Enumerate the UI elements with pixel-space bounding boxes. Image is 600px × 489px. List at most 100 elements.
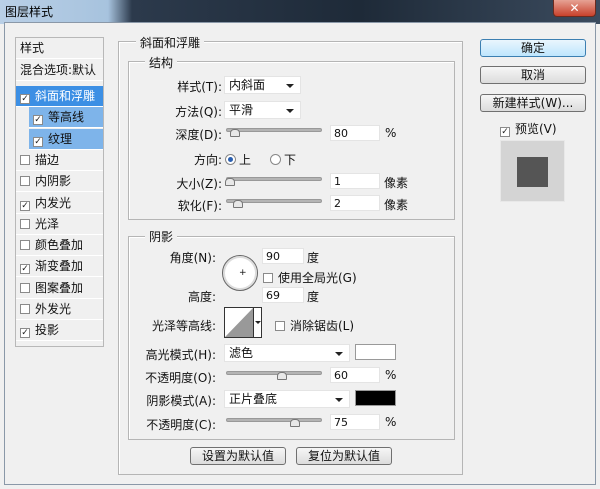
shadow-opacity-slider[interactable] xyxy=(226,418,322,427)
blending-options[interactable]: 混合选项:默认 xyxy=(16,60,103,81)
checkbox-icon xyxy=(20,282,30,293)
checkbox-icon xyxy=(20,240,30,251)
style-item-label: 描边 xyxy=(35,152,60,167)
styles-header[interactable]: 样式 xyxy=(16,38,103,59)
chevron-down-icon xyxy=(286,84,294,88)
direction-down-radio[interactable]: 下 xyxy=(270,151,296,168)
shadow-mode-dropdown[interactable]: 正片叠底 xyxy=(224,390,350,408)
altitude-unit: 度 xyxy=(307,290,320,304)
style-item[interactable]: 外发光 xyxy=(16,299,103,320)
new-style-button[interactable]: 新建样式(W)... xyxy=(480,94,586,112)
style-item[interactable]: ✓ 斜面和浮雕 xyxy=(16,86,103,107)
gloss-contour-picker[interactable] xyxy=(224,307,262,338)
checkbox-icon xyxy=(20,218,30,229)
technique-dropdown[interactable]: 平滑 xyxy=(224,101,301,119)
size-slider[interactable] xyxy=(225,177,322,186)
antialias-checkbox[interactable]: 消除锯齿(L) xyxy=(275,317,354,334)
size-input[interactable]: 1 xyxy=(330,173,380,189)
highlight-opacity-input[interactable]: 60 xyxy=(330,367,380,383)
checkbox-icon xyxy=(275,321,285,331)
cancel-button[interactable]: 取消 xyxy=(480,66,586,84)
style-item[interactable]: ✓ 内发光 xyxy=(16,193,103,214)
technique-value: 平滑 xyxy=(229,103,254,117)
technique-label: 方法(Q): xyxy=(175,105,222,119)
make-default-button[interactable]: 设置为默认值 xyxy=(190,447,286,465)
style-item-label: 投影 xyxy=(35,323,60,338)
shadow-mode-label: 阴影模式(A): xyxy=(146,394,216,408)
slider-thumb[interactable] xyxy=(276,372,287,380)
style-item-label: 图案叠加 xyxy=(35,280,84,295)
shadow-color-swatch[interactable] xyxy=(355,390,396,406)
slider-thumb[interactable] xyxy=(289,419,300,427)
chevron-down-icon xyxy=(335,398,343,402)
highlight-opacity-slider[interactable] xyxy=(226,371,322,380)
percent-unit: % xyxy=(385,368,397,382)
size-unit: 像素 xyxy=(384,176,409,190)
altitude-input[interactable]: 69 xyxy=(262,287,304,303)
style-item-label: 内阴影 xyxy=(35,174,72,189)
direction-up-radio[interactable]: 上 xyxy=(225,151,251,168)
style-item-label: 渐变叠加 xyxy=(35,259,84,274)
contour-icon xyxy=(225,308,253,337)
checkbox-icon xyxy=(20,176,30,187)
depth-input[interactable]: 80 xyxy=(330,125,380,141)
style-item[interactable]: ✓ 纹理 xyxy=(29,128,103,150)
style-item-label: 斜面和浮雕 xyxy=(35,89,96,103)
global-light-label: 使用全局光(G) xyxy=(278,271,357,285)
angle-unit: 度 xyxy=(307,251,320,265)
window-title: 图层样式 xyxy=(5,5,54,19)
checkbox-icon xyxy=(20,154,30,165)
highlight-mode-value: 滤色 xyxy=(229,346,254,360)
highlight-mode-dropdown[interactable]: 滤色 xyxy=(224,344,350,362)
style-item[interactable]: ✓ 投影 xyxy=(16,320,103,342)
up-label: 上 xyxy=(239,153,252,167)
global-light-checkbox[interactable]: 使用全局光(G) xyxy=(263,269,357,286)
highlight-opacity-label: 不透明度(O): xyxy=(145,371,216,385)
angle-label: 角度(N): xyxy=(169,251,216,265)
antialias-label: 消除锯齿(L) xyxy=(290,319,355,333)
soften-input[interactable]: 2 xyxy=(330,195,380,211)
ok-button[interactable]: 确定 xyxy=(480,39,586,57)
style-item[interactable]: 光泽 xyxy=(16,214,103,235)
slider-thumb[interactable] xyxy=(230,129,240,137)
style-item[interactable]: 颜色叠加 xyxy=(16,235,103,257)
soften-slider[interactable] xyxy=(226,199,322,208)
bevel-title: 斜面和浮雕 xyxy=(136,34,205,51)
structure-title: 结构 xyxy=(145,54,178,71)
angle-dial[interactable]: + xyxy=(222,255,258,291)
angle-input[interactable]: 90 xyxy=(262,248,304,264)
style-item-label: 内发光 xyxy=(35,195,72,210)
shadow-opacity-input[interactable]: 75 xyxy=(330,414,380,430)
style-item-label: 等高线 xyxy=(48,110,85,125)
depth-slider[interactable] xyxy=(226,128,322,137)
slider-thumb[interactable] xyxy=(225,178,235,186)
altitude-label: 高度: xyxy=(187,290,216,304)
style-item-label: 颜色叠加 xyxy=(35,238,84,253)
style-item[interactable]: ✓ 渐变叠加 xyxy=(16,256,103,278)
title-bar[interactable] xyxy=(0,0,600,24)
highlight-mode-label: 高光模式(H): xyxy=(145,348,216,362)
slider-thumb[interactable] xyxy=(233,200,243,208)
checkbox-icon: ✓ xyxy=(20,264,30,275)
style-item[interactable]: 内阴影 xyxy=(16,171,103,193)
checkbox-icon: ✓ xyxy=(33,136,43,147)
preview-thumbnail xyxy=(500,140,565,202)
depth-label: 深度(D): xyxy=(175,128,222,142)
highlight-color-swatch[interactable] xyxy=(355,344,396,360)
style-item[interactable]: 描边 xyxy=(16,150,103,171)
style-item[interactable]: 图案叠加 xyxy=(16,278,103,299)
preview-checkbox[interactable]: ✓ 预览(V) xyxy=(500,120,557,137)
shadow-opacity-label: 不透明度(C): xyxy=(146,418,216,432)
depth-unit: % xyxy=(385,126,397,140)
close-button[interactable]: ✕ xyxy=(553,0,596,17)
percent-unit: % xyxy=(385,415,397,429)
radio-icon xyxy=(270,154,281,165)
styles-list: 样式 混合选项:默认 ✓ 斜面和浮雕 ✓ 等高线 ✓ 纹理 描边 内阴影 ✓ 内发光 光泽 颜色叠加 ✓… xyxy=(15,37,104,347)
style-item-label: 纹理 xyxy=(48,131,73,146)
checkbox-icon xyxy=(20,304,30,314)
reset-default-button[interactable]: 复位为默认值 xyxy=(296,447,392,465)
style-item[interactable]: ✓ 等高线 xyxy=(29,107,103,129)
style-dropdown[interactable]: 内斜面 xyxy=(224,76,301,94)
preview-square xyxy=(517,157,548,187)
checkbox-icon: ✓ xyxy=(20,328,30,339)
